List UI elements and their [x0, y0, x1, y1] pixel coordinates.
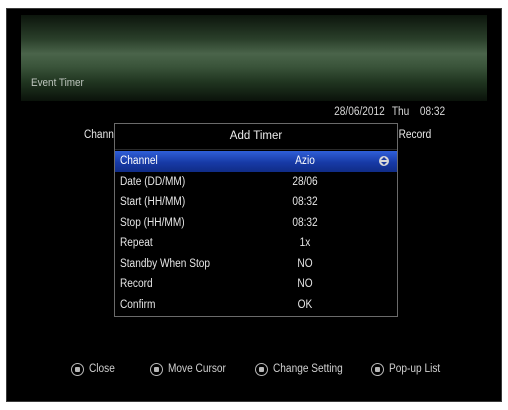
left-right-key-icon	[255, 362, 268, 376]
exit-key-icon	[71, 362, 84, 376]
tv-screen: Event Timer 28/06/2012 Thu 08:32 Chann t R…	[6, 8, 502, 402]
settings-list: Channel Azio Date (DD/MM) 28/06 Start (H…	[115, 151, 397, 315]
setting-row-record[interactable]: Record NO	[115, 274, 397, 295]
setting-label: Confirm	[120, 298, 156, 311]
setting-label: Date (DD/MM)	[120, 175, 186, 188]
setting-value: 1x	[299, 237, 311, 249]
setting-value: 08:32	[292, 196, 318, 208]
setting-label: Repeat	[120, 237, 153, 249]
setting-value: NO	[297, 278, 313, 290]
up-down-arrow-icon	[379, 156, 389, 166]
hint-popup-list[interactable]: Pop-up List	[371, 359, 447, 379]
time-text: 08:32	[419, 106, 445, 118]
setting-row-repeat[interactable]: Repeat 1x	[115, 233, 397, 254]
background-column-channel: Chann	[84, 129, 114, 141]
up-down-key-icon	[150, 362, 163, 376]
setting-value: 08:32	[292, 216, 318, 229]
hint-label: Pop-up List	[389, 363, 441, 375]
header-band	[21, 15, 487, 101]
hint-change-setting[interactable]: Change Setting	[255, 359, 352, 379]
hint-label: Close	[89, 363, 115, 375]
setting-row-start[interactable]: Start (HH/MM) 08:32	[115, 192, 397, 213]
day-text: Thu	[391, 106, 410, 118]
setting-label: Stop (HH/MM)	[120, 216, 185, 229]
hint-label: Move Cursor	[168, 363, 226, 375]
ok-key-icon	[371, 362, 384, 376]
setting-label: Record	[120, 278, 153, 290]
setting-value: NO	[297, 257, 313, 270]
hint-move-cursor[interactable]: Move Cursor	[150, 359, 234, 379]
setting-label: Standby When Stop	[120, 257, 211, 270]
setting-row-date[interactable]: Date (DD/MM) 28/06	[115, 172, 397, 193]
background-column-record: t Record	[393, 129, 432, 141]
add-timer-dialog: Add Timer Channel Azio Date (DD/MM) 28/0…	[114, 123, 398, 317]
datetime-readout: 28/06/2012 Thu 08:32	[334, 106, 445, 118]
setting-label: Start (HH/MM)	[120, 196, 186, 208]
setting-value: OK	[297, 298, 313, 311]
dialog-title: Add Timer	[115, 124, 397, 150]
page-title: Event Timer	[31, 77, 84, 89]
date-text: 28/06/2012	[333, 106, 385, 118]
setting-row-channel[interactable]: Channel Azio	[115, 151, 397, 172]
setting-row-confirm[interactable]: Confirm OK	[115, 295, 397, 316]
setting-value: 28/06	[292, 175, 318, 188]
setting-row-stop[interactable]: Stop (HH/MM) 08:32	[115, 213, 397, 234]
hint-close[interactable]: Close	[71, 359, 118, 379]
setting-row-standby[interactable]: Standby When Stop NO	[115, 254, 397, 275]
hint-label: Change Setting	[273, 363, 343, 375]
setting-label: Channel	[120, 155, 158, 167]
setting-value: Azio	[295, 155, 315, 167]
key-hints-bar: Close Move Cursor Change Setting Pop-up …	[7, 359, 501, 379]
